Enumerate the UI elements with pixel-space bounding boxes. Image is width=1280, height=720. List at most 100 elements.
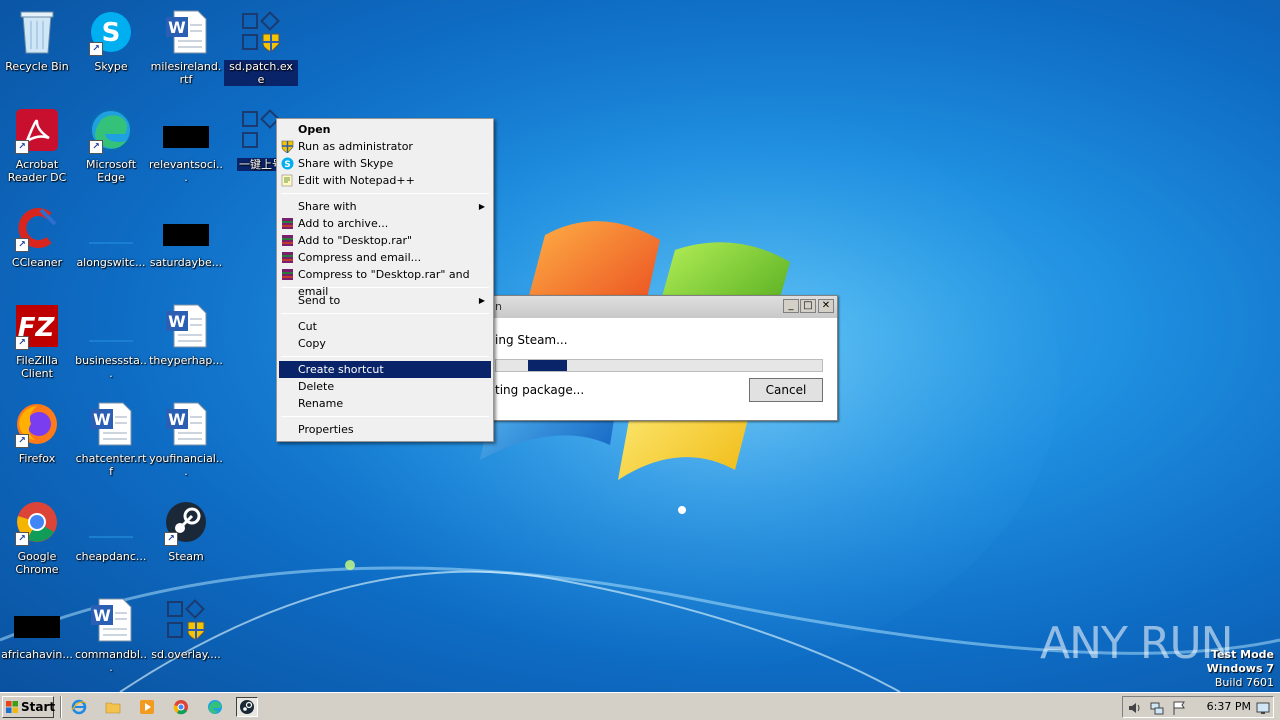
shortcut-arrow-icon: ↗	[89, 42, 103, 56]
menu-item-label: Add to archive...	[298, 217, 389, 230]
desktop-icon-edge[interactable]: ↗ Microsoft Edge	[74, 106, 148, 192]
taskbar-edge[interactable]	[204, 697, 226, 717]
windows-flag-icon	[6, 701, 18, 713]
dialog-titlebar[interactable]: n _ □ ✕	[487, 296, 837, 318]
winrar-icon	[282, 235, 293, 246]
menu-item-label: Share with	[298, 200, 357, 213]
uac-shield-icon	[281, 140, 294, 153]
taskbar-chrome[interactable]	[170, 697, 192, 717]
desktop-icon-sd-overlay[interactable]: sd.overlay....	[149, 596, 223, 682]
desktop-icon-label: Acrobat Reader DC	[7, 158, 67, 184]
desktop-icon-sd-patch[interactable]: sd.patch.exe	[224, 8, 298, 94]
desktop-icon-chatcenter[interactable]: W chatcenter.rtf	[74, 400, 148, 486]
desktop-icon-filezilla[interactable]: FZ ↗ FileZilla Client	[0, 302, 74, 388]
desktop-icon-label: Google Chrome	[15, 550, 59, 576]
menu-item-notepadpp[interactable]: Edit with Notepad++	[279, 172, 491, 189]
desktop-icon-commandbl[interactable]: W commandbl...	[74, 596, 148, 682]
desktop-icon-africahavin[interactable]: africahavin...	[0, 596, 74, 682]
taskbar-steam[interactable]	[236, 697, 258, 717]
desktop-icon-ccleaner[interactable]: ↗ CCleaner	[0, 204, 74, 290]
winrar-icon	[282, 252, 293, 263]
start-button[interactable]: Start	[2, 696, 56, 718]
build-text: Build 7601	[1214, 676, 1274, 689]
desktop-icon-businessstа[interactable]: businessstа...	[74, 302, 148, 388]
menu-item-compress-email[interactable]: Compress and email...	[279, 249, 491, 266]
word-doc-icon: W	[91, 402, 132, 446]
desktop-icon-theyperhap[interactable]: W theyperhap...	[149, 302, 223, 388]
taskbar-ie[interactable]	[68, 697, 90, 717]
shortcut-arrow-icon: ↗	[15, 336, 29, 350]
menu-item-delete[interactable]: Delete	[279, 378, 491, 395]
menu-separator	[281, 356, 489, 357]
progress-bar	[495, 359, 823, 372]
menu-item-copy[interactable]: Copy	[279, 335, 491, 352]
menu-item-cut[interactable]: Cut	[279, 318, 491, 335]
desktop-icon-label: relevantsoci...	[149, 158, 223, 184]
menu-item-open[interactable]: Open	[279, 121, 491, 138]
skype-icon: S	[281, 157, 294, 170]
menu-item-share-with[interactable]: Share with ▶	[279, 198, 491, 215]
watermark-text: ANY RUN	[1040, 618, 1234, 669]
notepadpp-icon	[281, 174, 293, 187]
desktop-icon-cheapdanc[interactable]: cheapdanc...	[74, 498, 148, 584]
close-button[interactable]: ✕	[818, 299, 834, 313]
edge-icon	[208, 700, 222, 714]
menu-item-add-archive[interactable]: Add to archive...	[279, 215, 491, 232]
desktop-icon-firefox[interactable]: ↗ Firefox	[0, 400, 74, 486]
desktop-icon-label: africahavin...	[1, 648, 73, 661]
desktop-icon-label: sd.overlay....	[151, 648, 221, 661]
desktop-icon-youfinancial[interactable]: W youfinancial...	[149, 400, 223, 486]
word-doc-icon: W	[166, 402, 207, 446]
status-line-2: ting package...	[495, 383, 585, 397]
menu-item-create-shortcut[interactable]: Create shortcut	[279, 361, 491, 378]
context-menu: Open Run as administrator S Share with S…	[276, 118, 494, 442]
menu-item-run-as-admin[interactable]: Run as administrator	[279, 138, 491, 155]
menu-item-add-desktop-rar[interactable]: Add to "Desktop.rar"	[279, 232, 491, 249]
show-desktop-icon[interactable]	[1255, 700, 1271, 716]
menu-item-send-to[interactable]: Send to ▶	[279, 292, 491, 309]
desktop-icon-label: alongswitc...	[76, 256, 146, 269]
taskbar-separator	[60, 696, 62, 718]
desktop-icon-alongswitc[interactable]: alongswitc...	[74, 204, 148, 290]
menu-separator	[281, 416, 489, 417]
desktop-icon-milesireland[interactable]: W milesireland.rtf	[149, 8, 223, 94]
maximize-button[interactable]: □	[800, 299, 816, 313]
recycle-bin-icon	[20, 11, 54, 54]
clock[interactable]: 6:37 PM	[1207, 700, 1251, 713]
menu-item-label: Edit with Notepad++	[298, 174, 415, 187]
start-label: Start	[21, 700, 56, 714]
menu-item-label: Compress and email...	[298, 251, 422, 264]
desktop-icon-label: CCleaner	[11, 256, 63, 269]
network-icon[interactable]	[1149, 700, 1165, 716]
desktop-icon-recycle-bin[interactable]: Recycle Bin	[0, 8, 74, 94]
shortcut-arrow-icon: ↗	[15, 532, 29, 546]
desktop-icon-label: chatcenter.rtf	[75, 452, 147, 478]
menu-item-compress-to-desktop-rar-email[interactable]: Compress to "Desktop.rar" and email	[279, 266, 491, 298]
desktop-icon-label: cheapdanc...	[75, 550, 147, 563]
shortcut-arrow-icon: ↗	[15, 140, 29, 154]
desktop-icon-chrome[interactable]: ↗ Google Chrome	[0, 498, 74, 584]
menu-item-properties[interactable]: Properties	[279, 421, 491, 438]
word-doc-icon: W	[166, 304, 207, 348]
desktop-icon-skype[interactable]: S ↗ Skype	[74, 8, 148, 94]
taskbar-explorer[interactable]	[102, 697, 124, 717]
desktop-icon-acrobat[interactable]: ↗ Acrobat Reader DC	[0, 106, 74, 192]
desktop-icon-relevantsoci[interactable]: relevantsoci...	[149, 106, 223, 192]
menu-item-rename[interactable]: Rename	[279, 395, 491, 412]
taskbar-media-player[interactable]	[136, 697, 158, 717]
desktop-icon-steam[interactable]: ↗ Steam	[149, 498, 223, 584]
shortcut-arrow-icon: ↗	[15, 238, 29, 252]
menu-separator	[281, 313, 489, 314]
svg-text:W: W	[168, 18, 186, 37]
menu-item-label: Open	[298, 123, 331, 136]
exe-app-icon	[167, 599, 205, 641]
dialog-body: ing Steam... ting package... Cancel	[487, 318, 837, 420]
minimize-button[interactable]: _	[783, 299, 799, 313]
action-center-flag-icon[interactable]	[1171, 700, 1187, 716]
menu-item-share-skype[interactable]: S Share with Skype	[279, 155, 491, 172]
desktop-icon-saturdaybe[interactable]: saturdaybe...	[149, 204, 223, 290]
ie-icon	[71, 699, 87, 715]
cancel-button[interactable]: Cancel	[749, 378, 823, 402]
volume-icon[interactable]	[1127, 700, 1143, 716]
desktop-icon-label: Skype	[94, 60, 128, 73]
